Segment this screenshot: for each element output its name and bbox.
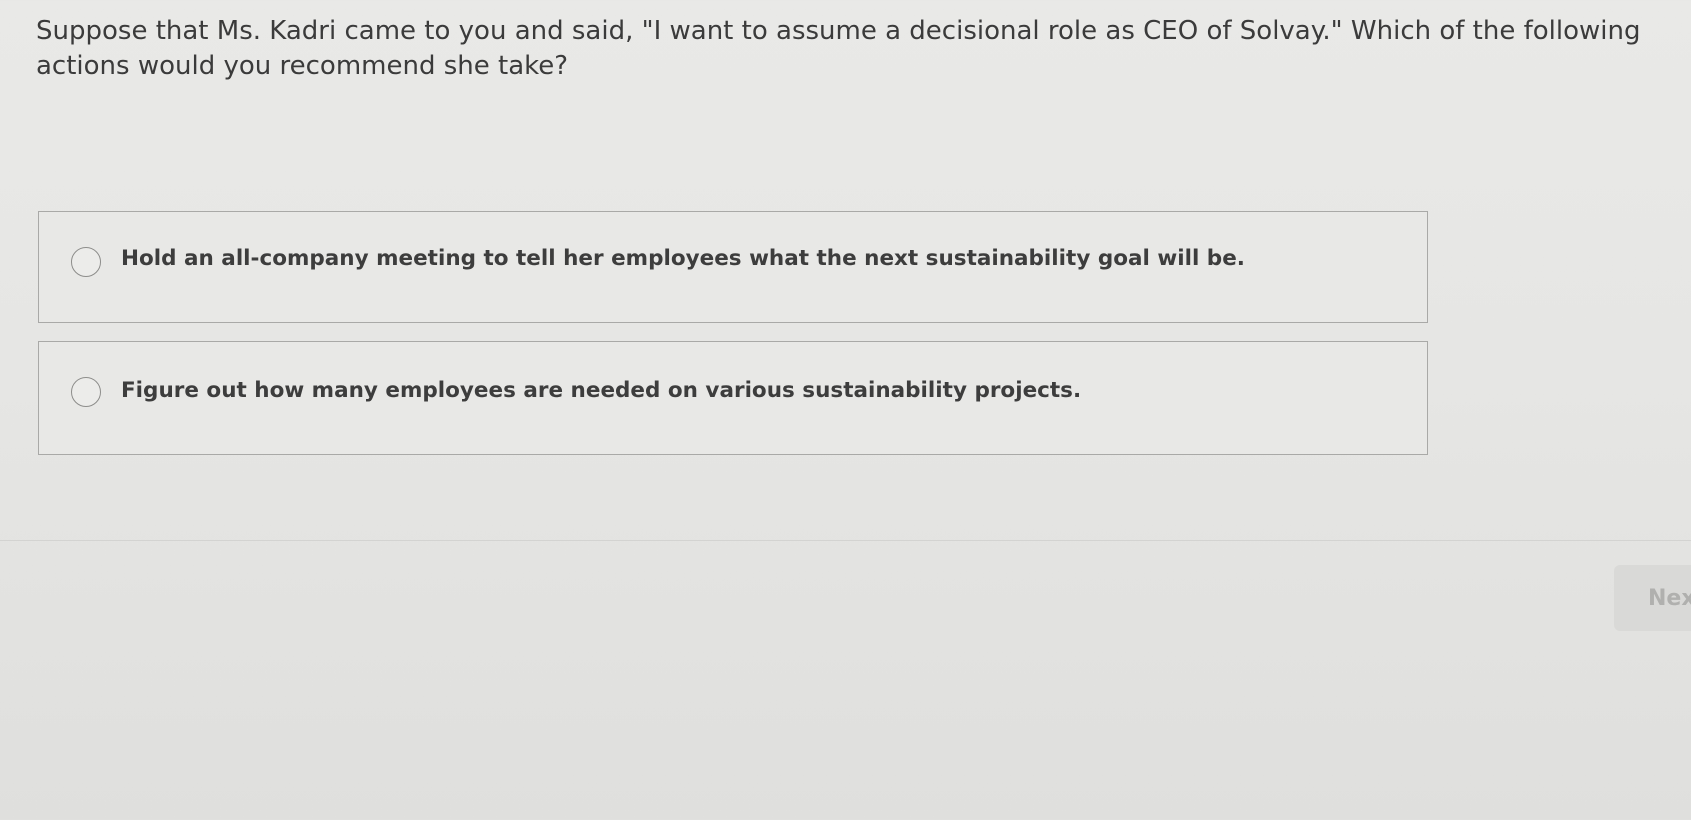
section-divider	[0, 540, 1691, 541]
question-text: Suppose that Ms. Kadri came to you and s…	[36, 16, 1641, 81]
answer-option-label: Figure out how many employees are needed…	[121, 378, 1082, 403]
radio-button-2[interactable]	[71, 377, 101, 407]
answer-option-1[interactable]: Hold an all-company meeting to tell her …	[38, 211, 1428, 323]
answer-option-2[interactable]: Figure out how many employees are needed…	[38, 341, 1428, 455]
radio-button-1[interactable]	[71, 247, 101, 277]
next-button[interactable]: Nex	[1614, 565, 1691, 631]
answer-option-label: Hold an all-company meeting to tell her …	[121, 246, 1245, 271]
